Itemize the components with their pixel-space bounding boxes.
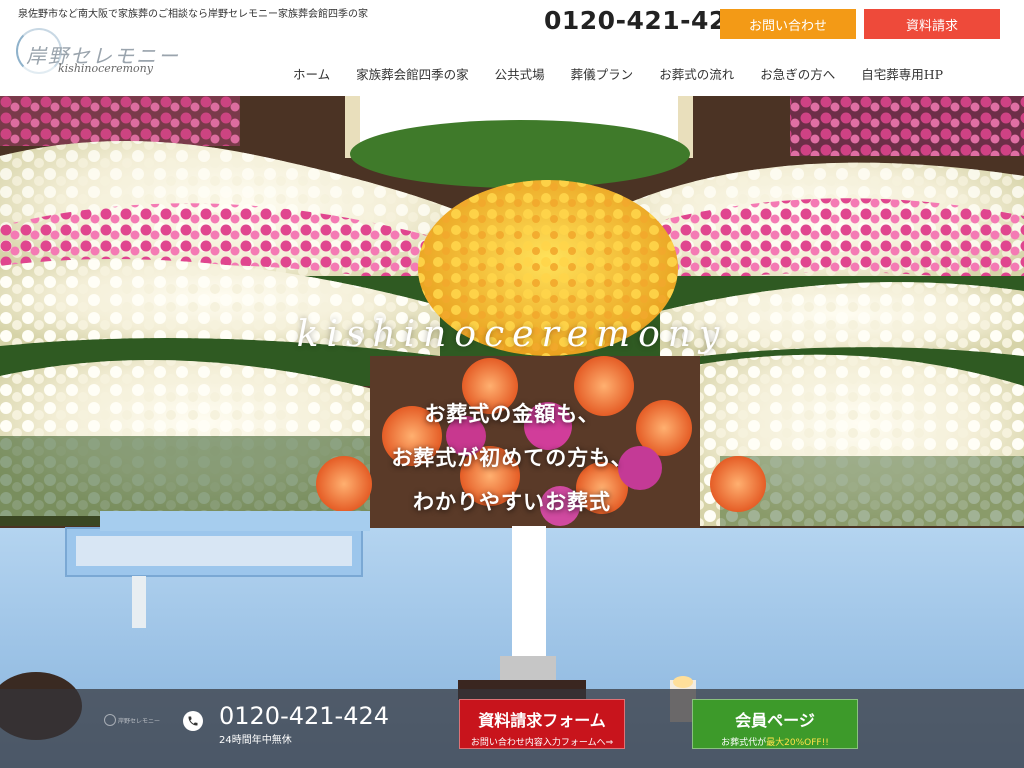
phone-icon bbox=[183, 711, 203, 731]
logo-english-text: kishinoceremony bbox=[58, 62, 153, 75]
hero-brand-script: kishinoceremony bbox=[296, 314, 728, 355]
member-sub-highlight: 最大20%OFF!! bbox=[766, 738, 829, 748]
hero-headline-line-2: お葬式が初めての方も、 bbox=[391, 445, 633, 470]
hero-headline-line-3: わかりやすいお葬式 bbox=[413, 489, 611, 514]
bottom-logo-text: 岸野セレモニー bbox=[118, 718, 161, 725]
nav-item-plans[interactable]: 葬儀プラン bbox=[558, 64, 647, 83]
site-logo[interactable]: 岸野セレモニー kishinoceremony bbox=[16, 26, 178, 86]
hero-flower-altar-image bbox=[0, 96, 1024, 768]
header-phone-number[interactable]: 0120-421-424 bbox=[544, 6, 745, 35]
business-hours: 24時間年中無休 bbox=[219, 735, 292, 746]
bottom-logo[interactable]: 岸野セレモニー bbox=[104, 713, 160, 727]
nav-item-home-funeral[interactable]: 自宅葬専用HP bbox=[848, 64, 956, 83]
request-materials-button[interactable]: 資料請求 bbox=[864, 9, 1000, 39]
member-page-button-label: 会員ページ bbox=[735, 711, 815, 730]
member-page-button[interactable]: 会員ページ お葬式代が最大20%OFF!! bbox=[692, 699, 858, 749]
bottom-phone-number[interactable]: 0120-421-424 bbox=[219, 702, 389, 730]
nav-item-urgent[interactable]: お急ぎの方へ bbox=[747, 64, 848, 83]
nav-item-home[interactable]: ホーム bbox=[280, 64, 343, 83]
member-page-button-sub: お葬式代が最大20%OFF!! bbox=[693, 735, 857, 748]
hero-section: kishinoceremony お葬式の金額も、 お葬式が初めての方も、 わかり… bbox=[0, 96, 1024, 768]
logo-circle-icon bbox=[104, 714, 116, 726]
request-form-button[interactable]: 資料請求フォーム お問い合わせ内容入力フォームへ⇒ bbox=[459, 699, 625, 749]
contact-button[interactable]: お問い合わせ bbox=[720, 9, 856, 39]
hero-headline-line-1: お葬式の金額も、 bbox=[424, 401, 600, 426]
member-sub-prefix: お葬式代が bbox=[721, 738, 767, 748]
request-form-button-label: 資料請求フォーム bbox=[478, 711, 606, 730]
main-nav: ホーム 家族葬会館四季の家 公共式場 葬儀プラン お葬式の流れ お急ぎの方へ 自… bbox=[280, 62, 956, 84]
nav-item-funeral-flow[interactable]: お葬式の流れ bbox=[646, 64, 747, 83]
request-form-button-sub: お問い合わせ内容入力フォームへ⇒ bbox=[470, 738, 614, 748]
site-header: 泉佐野市など南大阪で家族葬のご相談なら岸野セレモニー家族葬会館四季の家 岸野セレ… bbox=[0, 0, 1024, 96]
fixed-bottom-bar: 岸野セレモニー 0120-421-424 24時間年中無休 資料請求フォーム お… bbox=[0, 689, 1024, 768]
nav-item-public-hall[interactable]: 公共式場 bbox=[482, 64, 558, 83]
nav-item-family-hall[interactable]: 家族葬会館四季の家 bbox=[343, 64, 482, 83]
site-tagline: 泉佐野市など南大阪で家族葬のご相談なら岸野セレモニー家族葬会館四季の家 bbox=[18, 9, 368, 20]
